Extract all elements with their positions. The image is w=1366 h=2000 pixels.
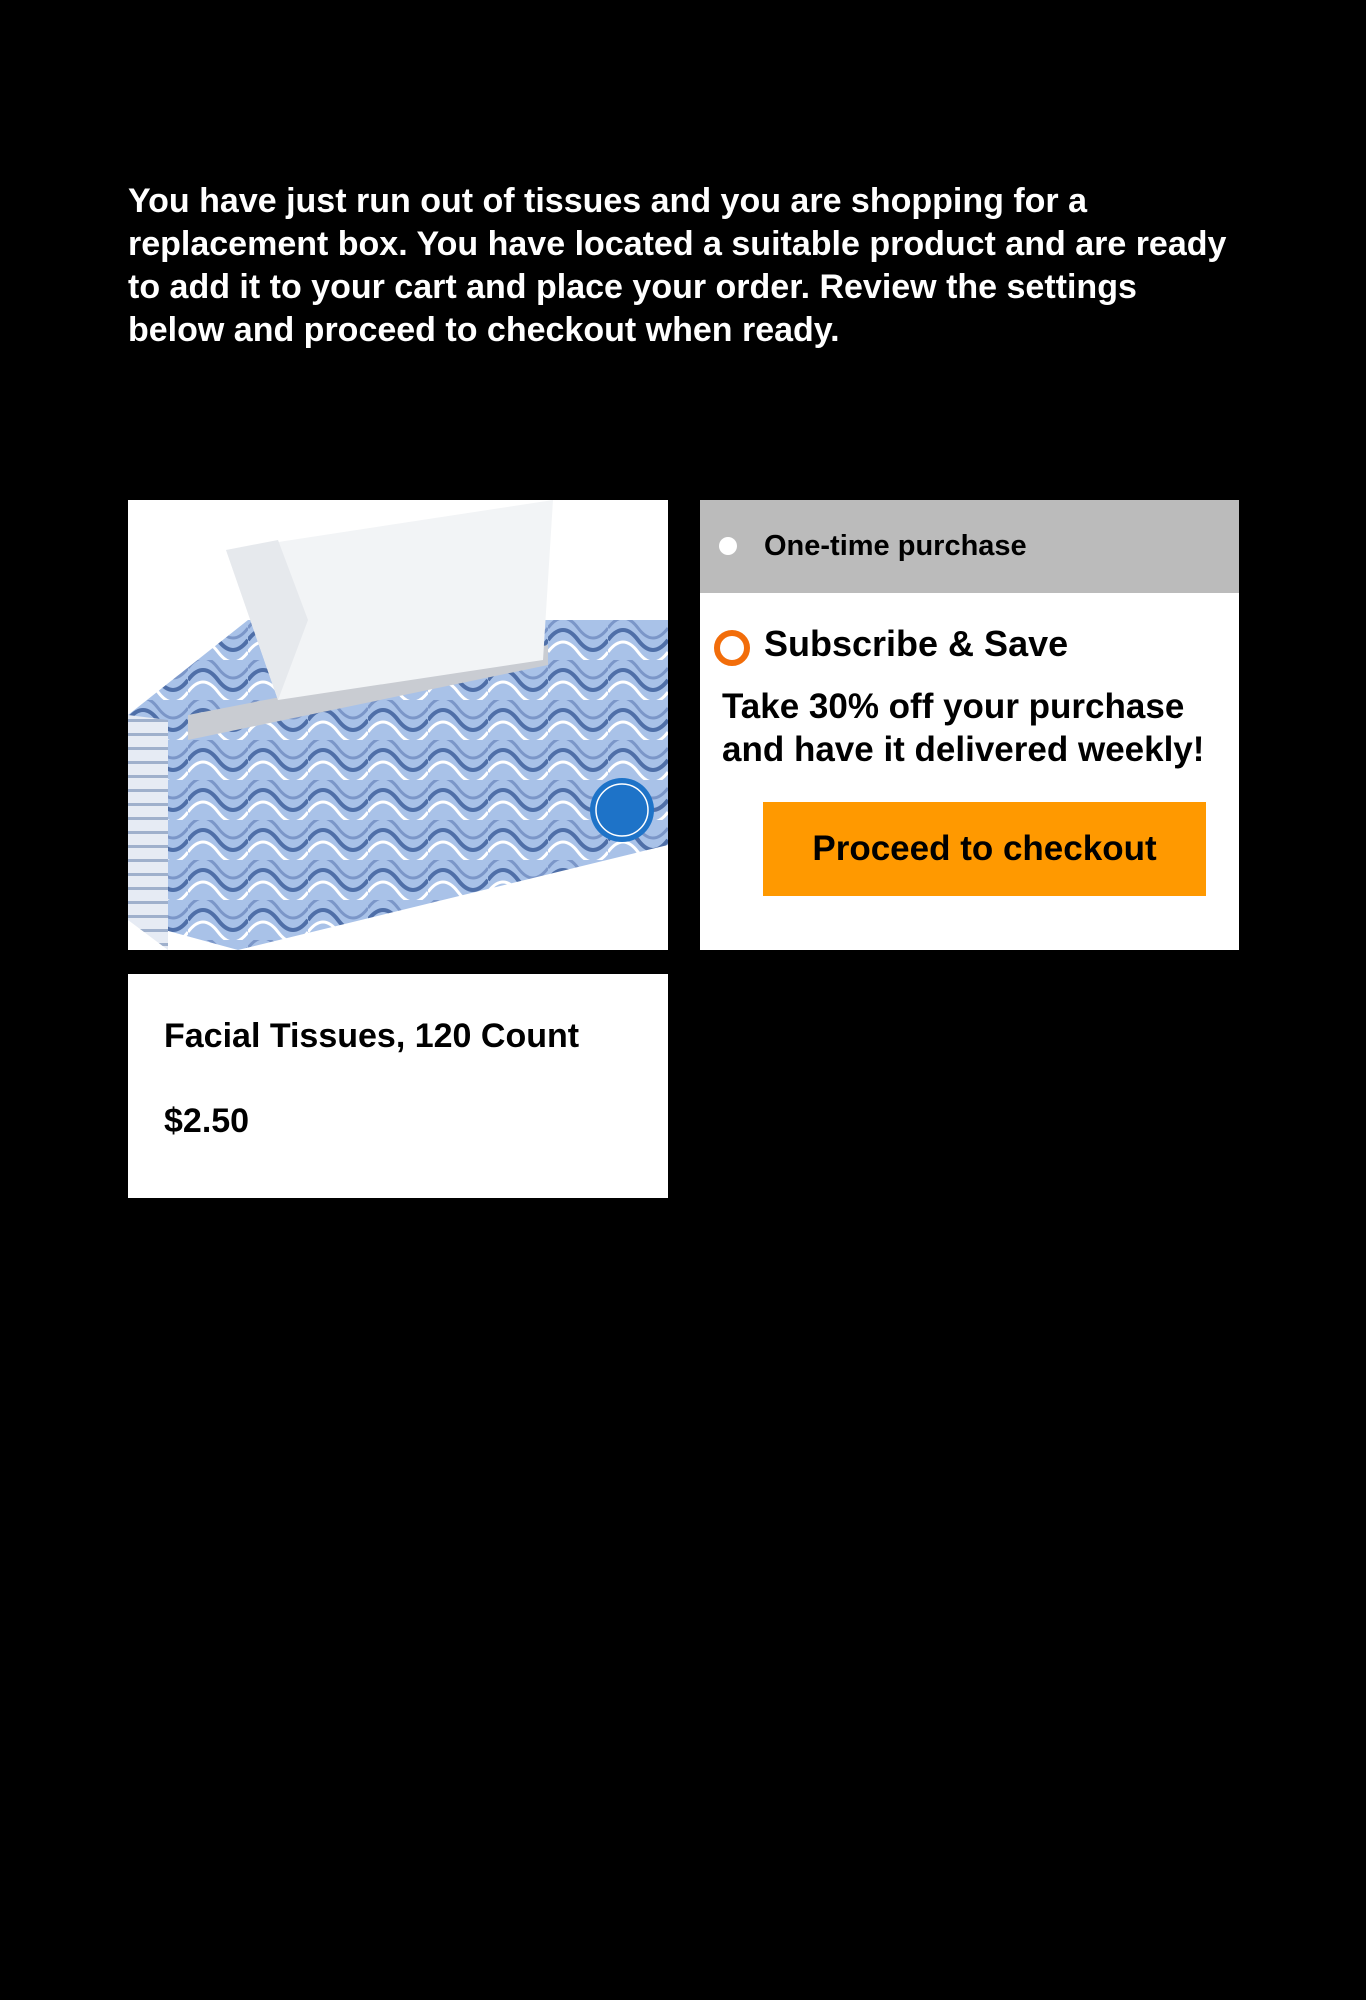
- task-instructions: You have just run out of tissues and you…: [128, 182, 1227, 349]
- purchase-options-panel: One-time purchase Subscribe & Save Take …: [700, 500, 1239, 950]
- tissue-box-image: [128, 500, 668, 950]
- subscribe-description: Take 30% off your purchase and have it d…: [722, 687, 1205, 769]
- proceed-to-checkout-button[interactable]: Proceed to checkout: [763, 802, 1206, 896]
- one-time-radio[interactable]: [719, 537, 737, 555]
- subscribe-radio[interactable]: [714, 630, 750, 666]
- subscribe-save-option[interactable]: Subscribe & Save: [700, 600, 1239, 666]
- product-price: $2.50: [164, 1102, 250, 1140]
- product-info-card: Facial Tissues, 120 Count $2.50: [128, 974, 668, 1198]
- one-time-purchase-label: One-time purchase: [764, 530, 1027, 562]
- subscribe-save-label: Subscribe & Save: [764, 623, 1069, 664]
- product-name: Facial Tissues, 120 Count: [164, 1017, 580, 1055]
- product-image: [128, 500, 668, 950]
- one-time-purchase-option[interactable]: One-time purchase: [700, 500, 1239, 593]
